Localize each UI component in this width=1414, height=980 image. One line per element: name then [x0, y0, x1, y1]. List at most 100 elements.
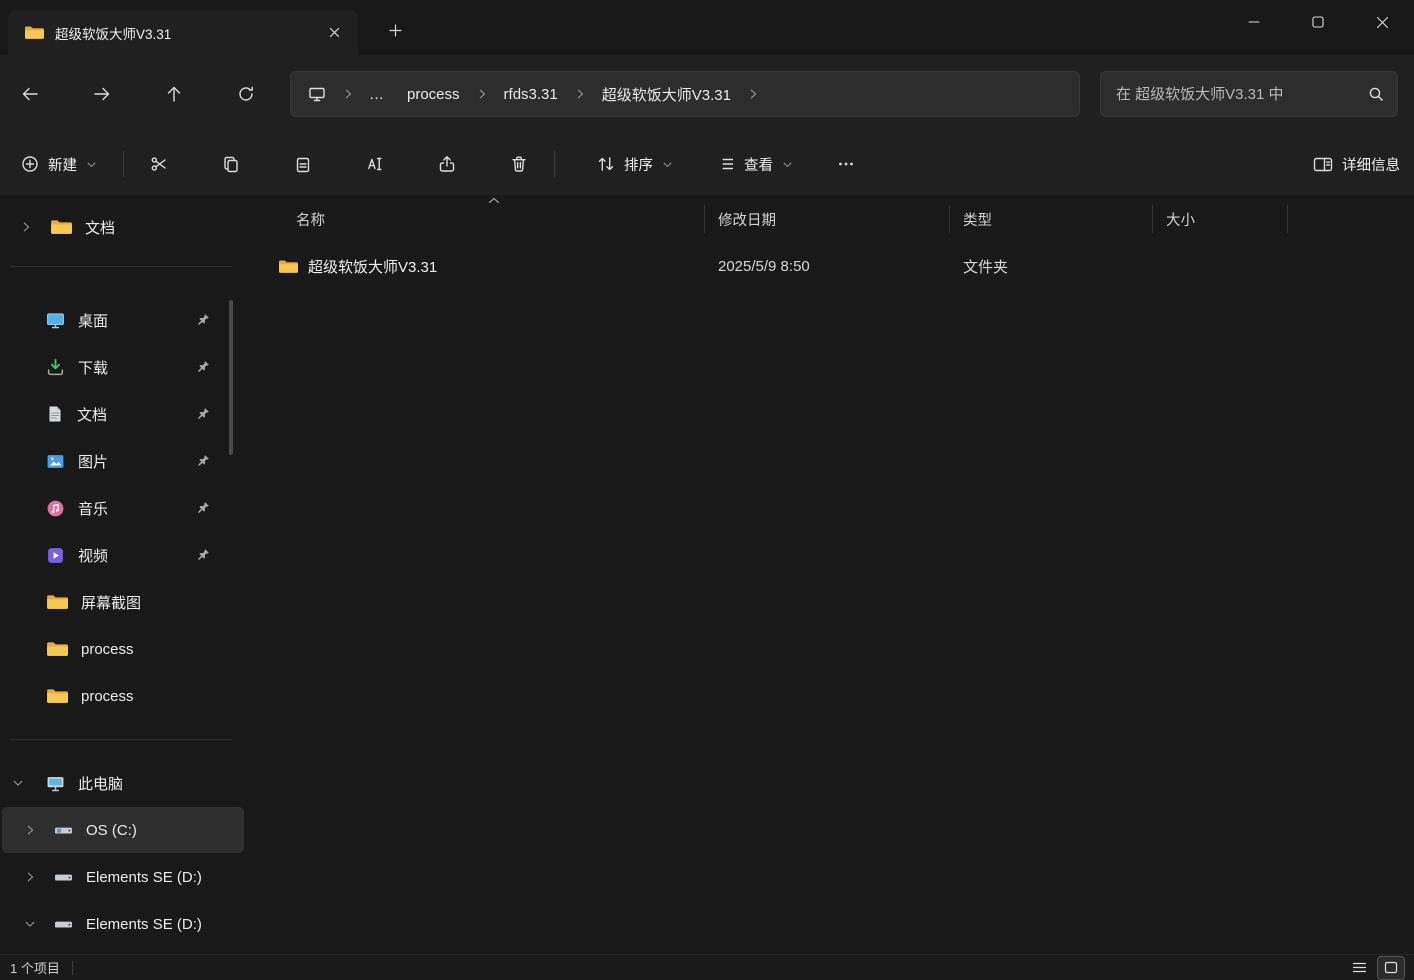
view-toggles: [1346, 957, 1404, 979]
folder-icon: [50, 218, 72, 236]
file-name: 超级软饭大师V3.31: [308, 256, 437, 277]
rename-icon: [366, 155, 384, 173]
sidebar-item-elements-d-drive-1[interactable]: Elements SE (D:): [2, 854, 244, 900]
search-input[interactable]: [1101, 86, 1355, 103]
search-icon: [1368, 86, 1384, 102]
breadcrumb-home-button[interactable]: [297, 76, 337, 112]
view-button[interactable]: 查看: [704, 144, 806, 184]
forward-button[interactable]: [80, 74, 124, 114]
sidebar-item-label: 下载: [78, 357, 108, 378]
sidebar-item-screenshots[interactable]: 屏幕截图: [2, 579, 244, 625]
forward-icon: [93, 85, 111, 103]
chevron-right-icon: [24, 871, 36, 883]
rename-button[interactable]: [353, 144, 397, 184]
cut-button[interactable]: [137, 144, 181, 184]
close-icon: [1376, 16, 1389, 29]
file-row[interactable]: 超级软饭大师V3.31 2025/5/9 8:50 文件夹: [246, 243, 1414, 289]
minimize-icon: [1248, 16, 1260, 28]
paste-button[interactable]: [281, 144, 325, 184]
sidebar-item-pictures[interactable]: 图片: [2, 438, 244, 484]
search-box: [1100, 71, 1398, 117]
more-options-button[interactable]: [824, 144, 868, 184]
close-window-button[interactable]: [1350, 0, 1414, 44]
sidebar-item-label: 此电脑: [78, 773, 123, 794]
new-tab-button[interactable]: [378, 14, 412, 48]
sidebar-item-desktop[interactable]: 桌面: [2, 297, 244, 343]
sidebar-item-label: 图片: [78, 451, 108, 472]
refresh-icon: [237, 85, 255, 103]
up-button[interactable]: [152, 74, 196, 114]
sidebar-scrollbar[interactable]: [229, 300, 233, 455]
refresh-button[interactable]: [224, 74, 268, 114]
details-pane-label: 详细信息: [1342, 154, 1400, 175]
chevron-down-icon: [24, 918, 36, 930]
chevron-down-icon: [86, 159, 97, 170]
drive-icon: [54, 868, 73, 887]
sidebar-item-music[interactable]: 音乐: [2, 485, 244, 531]
tab-title: 超级软饭大师V3.31: [55, 23, 309, 43]
pin-icon: [195, 360, 210, 375]
sort-button-label: 排序: [624, 154, 653, 175]
chevron-down-icon: [12, 777, 24, 789]
sidebar-item-downloads[interactable]: 下载: [2, 344, 244, 390]
window-controls: [1222, 0, 1414, 44]
navigation-bar: … process rfds3.31 超级软饭大师V3.31: [0, 55, 1414, 133]
cut-icon: [150, 155, 168, 173]
folder-icon: [46, 640, 68, 658]
column-header-type[interactable]: 类型: [950, 195, 1153, 243]
search-button[interactable]: [1355, 74, 1397, 114]
new-button-label: 新建: [48, 154, 77, 175]
maximize-button[interactable]: [1286, 0, 1350, 44]
minimize-button[interactable]: [1222, 0, 1286, 44]
sidebar-item-process-1[interactable]: process: [2, 626, 244, 672]
share-button[interactable]: [425, 144, 469, 184]
back-button[interactable]: [8, 74, 52, 114]
breadcrumb-item-process[interactable]: process: [396, 76, 471, 112]
breadcrumb-item-rfds[interactable]: rfds3.31: [493, 76, 569, 112]
sidebar-item-this-pc[interactable]: 此电脑: [2, 760, 244, 806]
explorer-tab[interactable]: 超级软饭大师V3.31: [8, 10, 358, 55]
plus-circle-icon: [21, 155, 39, 173]
new-button[interactable]: 新建: [8, 144, 110, 184]
chevron-right-icon: [20, 221, 32, 233]
sidebar-item-elements-d-drive-2[interactable]: Elements SE (D:): [2, 901, 244, 947]
sidebar-item-process-2[interactable]: process: [2, 673, 244, 719]
sidebar-item-label: process: [81, 641, 134, 658]
sidebar-item-documents[interactable]: 文档: [2, 391, 244, 437]
main-area: 文档 桌面 下载 文档: [0, 195, 1414, 954]
tab-close-button[interactable]: [320, 19, 348, 47]
sidebar-item-label: Elements SE (D:): [86, 916, 202, 933]
column-header-date-modified[interactable]: 修改日期: [705, 195, 950, 243]
details-pane-icon: [1313, 156, 1333, 173]
copy-button[interactable]: [209, 144, 253, 184]
column-header-name[interactable]: 名称: [246, 195, 705, 243]
pictures-icon: [46, 452, 65, 471]
file-explorer-window: 超级软饭大师V3.31: [0, 0, 1414, 980]
sidebar-item-videos[interactable]: 视频: [2, 532, 244, 578]
music-icon: [46, 499, 65, 518]
os-drive-icon: [54, 821, 73, 840]
view-icon: [717, 155, 735, 173]
toolbar-divider: [554, 151, 555, 177]
breadcrumb-item-current[interactable]: 超级软饭大师V3.31: [591, 76, 742, 112]
pin-icon: [195, 454, 210, 469]
sidebar-item-label: Elements SE (D:): [86, 869, 202, 886]
large-icons-view-button[interactable]: [1378, 957, 1404, 979]
drive-icon: [54, 915, 73, 934]
folder-icon: [24, 24, 44, 41]
desktop-icon: [46, 311, 65, 330]
breadcrumb-collapsed-button[interactable]: …: [359, 76, 396, 112]
chevron-down-icon: [782, 159, 793, 170]
delete-button[interactable]: [497, 144, 541, 184]
sidebar-item-documents-tree[interactable]: 文档: [2, 204, 244, 250]
sidebar-item-os-c-drive[interactable]: OS (C:): [2, 807, 244, 853]
details-pane-button[interactable]: 详细信息: [1300, 144, 1414, 184]
sort-button[interactable]: 排序: [584, 144, 686, 184]
videos-icon: [46, 546, 65, 565]
column-header-size[interactable]: 大小: [1153, 195, 1288, 243]
details-view-button[interactable]: [1346, 957, 1372, 979]
this-pc-icon: [46, 774, 65, 793]
navigation-pane: 文档 桌面 下载 文档: [0, 195, 246, 954]
sidebar-divider: [10, 266, 232, 267]
chevron-right-icon: [337, 88, 359, 100]
